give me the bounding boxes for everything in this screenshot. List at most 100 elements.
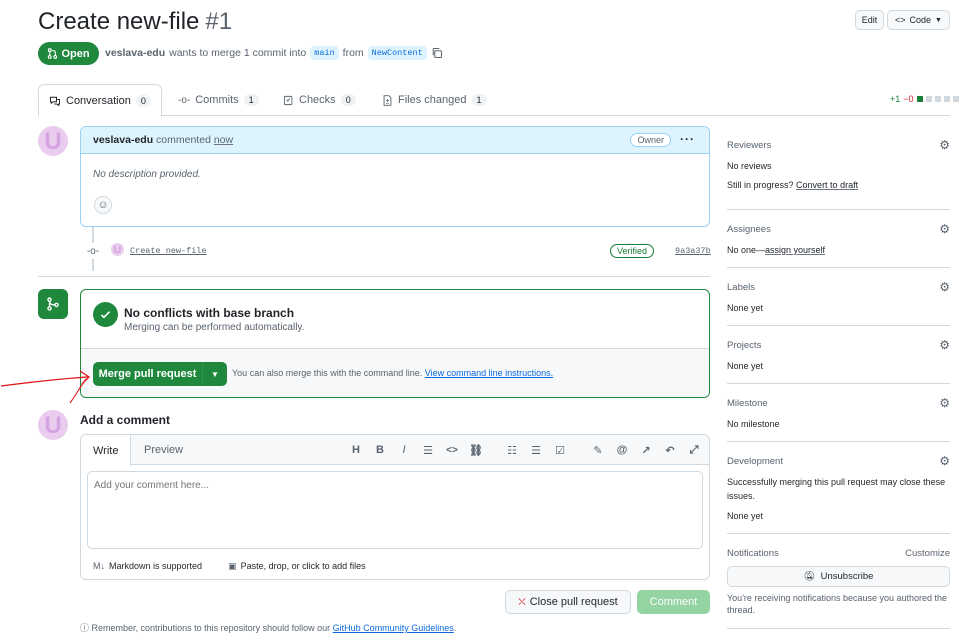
edit-button-label: Edit <box>861 15 878 25</box>
pr-title: Create new-file #1 <box>38 8 232 36</box>
gear-icon[interactable]: ⚙ <box>939 454 950 468</box>
cross-reference-icon[interactable]: ↗ <box>639 443 653 457</box>
reviewers-value: No reviews <box>727 161 772 171</box>
projects-heading[interactable]: Projects <box>727 340 950 351</box>
quote-icon[interactable]: ☰ <box>421 443 435 457</box>
unordered-list-icon[interactable]: ☰ <box>529 443 543 457</box>
owner-badge: Owner <box>630 133 671 147</box>
diff-deletions: −0 <box>903 94 914 104</box>
kebab-menu-icon[interactable]: ··· <box>680 132 695 146</box>
sidebar-divider <box>727 383 950 384</box>
notification-reason: You're receiving notifications because y… <box>727 593 948 615</box>
mention-icon[interactable]: @ <box>615 443 629 457</box>
avatar[interactable]: U <box>38 410 68 440</box>
assign-yourself-link[interactable]: assign yourself <box>765 245 825 255</box>
code-button-label: Code <box>909 15 932 25</box>
hint-text: You can also merge this with the command… <box>232 368 423 378</box>
convert-to-draft-link[interactable]: Convert to draft <box>796 180 858 190</box>
tab-preview[interactable]: Preview <box>132 435 195 465</box>
pr-number: #1 <box>205 8 233 35</box>
merge-pull-request-button[interactable]: Merge pull request <box>93 362 203 386</box>
check-circle-icon <box>93 302 118 327</box>
sidebar-divider <box>727 267 950 268</box>
code-icon: <> <box>895 15 906 25</box>
verified-badge[interactable]: Verified <box>610 244 655 258</box>
development-heading[interactable]: Development <box>727 456 950 467</box>
labels-heading[interactable]: Labels <box>727 282 950 293</box>
from-text: from <box>342 47 364 59</box>
bold-icon[interactable]: B <box>373 443 387 457</box>
head-branch[interactable]: NewContent <box>367 46 427 60</box>
reviewers-heading[interactable]: Reviewers <box>727 140 950 151</box>
commit-message[interactable]: Create new-file <box>130 246 207 256</box>
gear-icon[interactable]: ⚙ <box>939 280 950 294</box>
tab-checks[interactable]: Checks 0 <box>273 84 366 116</box>
close-pull-request-button[interactable]: ⛌ Close pull request <box>505 590 631 614</box>
attach-files[interactable]: ▣ Paste, drop, or click to add files <box>228 561 366 572</box>
reply-icon[interactable]: ↶ <box>663 443 677 457</box>
assignees-none: No one— <box>727 245 766 255</box>
italic-icon[interactable]: I <box>397 443 411 457</box>
draft-line: Still in progress? Convert to draft <box>727 180 950 190</box>
fullscreen-icon[interactable]: ⤢ <box>687 443 701 457</box>
gear-icon[interactable]: ⚙ <box>939 338 950 352</box>
editor-toolbar: Write Preview H B I ☰ <> ⛓ ☷ ☰ ☑ ✎ @ ↗ ↶… <box>81 435 709 466</box>
merge-button-group: Merge pull request ▼ <box>93 362 227 386</box>
development-value: None yet <box>727 511 764 521</box>
merge-footer: Merge pull request ▼ You can also merge … <box>81 348 709 397</box>
gear-icon[interactable]: ⚙ <box>939 222 950 236</box>
task-list-icon[interactable]: ☑ <box>553 443 567 457</box>
tab-conversation[interactable]: Conversation 0 <box>38 84 162 117</box>
comment-button[interactable]: Comment <box>637 590 710 614</box>
image-icon: ▣ <box>228 561 237 571</box>
milestone-heading[interactable]: Milestone <box>727 398 950 409</box>
diff-block <box>943 96 950 102</box>
guidelines-text: Remember, contributions to this reposito… <box>91 623 331 633</box>
diffstat: +1 −0 <box>890 94 959 104</box>
guidelines-link[interactable]: GitHub Community Guidelines <box>333 623 454 633</box>
markdown-note[interactable]: M↓ Markdown is supported <box>93 561 202 572</box>
gear-icon[interactable]: ⚙ <box>939 138 950 152</box>
commit-avatar[interactable]: U <box>111 243 124 256</box>
projects-value: None yet <box>727 361 764 371</box>
paperclip-icon[interactable]: ✎ <box>591 443 605 457</box>
progress-text: Still in progress? <box>727 180 794 190</box>
commit-sha[interactable]: 9a3a37b <box>675 246 711 256</box>
sidebar-reviewers: Reviewers ⚙ No reviews Still in progress… <box>727 138 950 190</box>
unsubscribe-button[interactable]: 🔕︎ Unsubscribe <box>727 566 950 587</box>
avatar[interactable]: U <box>38 126 68 156</box>
code-button[interactable]: <> Code ▼ <box>887 10 950 30</box>
comment-textarea[interactable] <box>87 471 703 549</box>
tab-commits[interactable]: -o- Commits 1 <box>168 84 269 116</box>
tab-files-changed[interactable]: Files changed 1 <box>372 84 497 116</box>
git-commit-icon: -o- <box>178 94 191 106</box>
tab-write[interactable]: Write <box>81 435 132 466</box>
add-comment-title: Add a comment <box>80 413 171 427</box>
comment-time[interactable]: now <box>214 134 233 146</box>
customize-link[interactable]: Customize <box>905 548 950 559</box>
merge-status-title: No conflicts with base branch <box>124 306 295 320</box>
diff-block <box>925 96 932 102</box>
heading-icon[interactable]: H <box>349 443 363 457</box>
smiley-icon[interactable]: ☺ <box>94 196 112 214</box>
code-icon[interactable]: <> <box>445 443 459 457</box>
command-line-link[interactable]: View command line instructions. <box>425 368 553 378</box>
info-icon: ⓘ <box>80 623 90 633</box>
ordered-list-icon[interactable]: ☷ <box>505 443 519 457</box>
close-pr-icon: ⛌ <box>518 596 526 608</box>
edit-button[interactable]: Edit <box>855 10 884 30</box>
gear-icon[interactable]: ⚙ <box>939 396 950 410</box>
labels-value: None yet <box>727 303 764 313</box>
merge-options-caret-icon[interactable]: ▼ <box>203 362 227 386</box>
checklist-icon <box>283 95 293 105</box>
link-icon[interactable]: ⛓ <box>469 443 483 457</box>
merge-text: wants to merge 1 commit into <box>169 47 307 59</box>
assignees-heading[interactable]: Assignees <box>727 224 950 235</box>
copy-icon[interactable] <box>431 47 443 59</box>
diff-block <box>916 96 923 102</box>
base-branch[interactable]: main <box>310 46 339 60</box>
tab-counter: 1 <box>471 94 487 106</box>
pr-author[interactable]: veslava-edu <box>105 47 165 59</box>
sidebar-divider <box>727 533 950 534</box>
comment-author[interactable]: veslava-edu <box>93 134 153 146</box>
